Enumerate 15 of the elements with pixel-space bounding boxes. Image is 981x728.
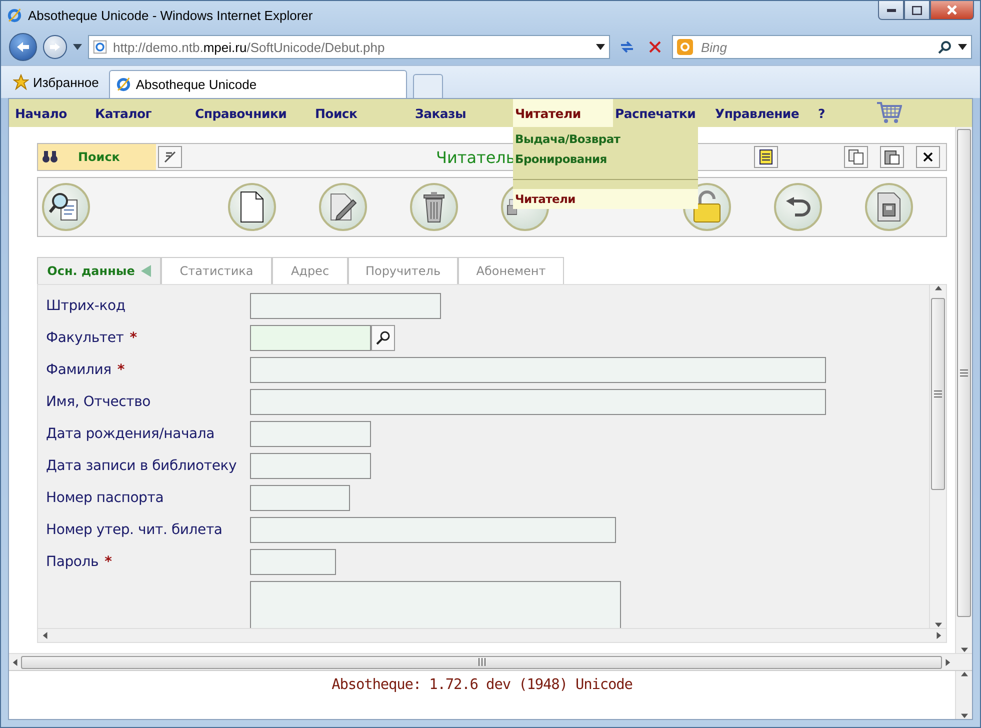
field-label: Дата записи в библиотеку: [46, 458, 237, 474]
panel-title: Читатель: [436, 148, 516, 166]
field-label: Номер паспорта: [46, 490, 164, 506]
required-mark: *: [104, 554, 112, 570]
field-label: Имя, Отчество: [46, 394, 150, 410]
field-label: Дата рождения/начала: [46, 426, 215, 442]
field-label: Штрих-код: [46, 298, 126, 314]
field-label: Номер утер. чит. билета: [46, 522, 222, 538]
window-title: Absotheque Unicode - Windows Internet Explorer: [28, 8, 314, 22]
required-mark: *: [130, 330, 138, 346]
field-label: Пароль: [46, 554, 99, 570]
field-label: Фамилия: [46, 362, 112, 378]
version-text: Absotheque: 1.72.6 dev (1948) Unicode: [330, 676, 634, 695]
field-label: Факультет: [46, 330, 124, 346]
required-mark: *: [117, 362, 125, 378]
